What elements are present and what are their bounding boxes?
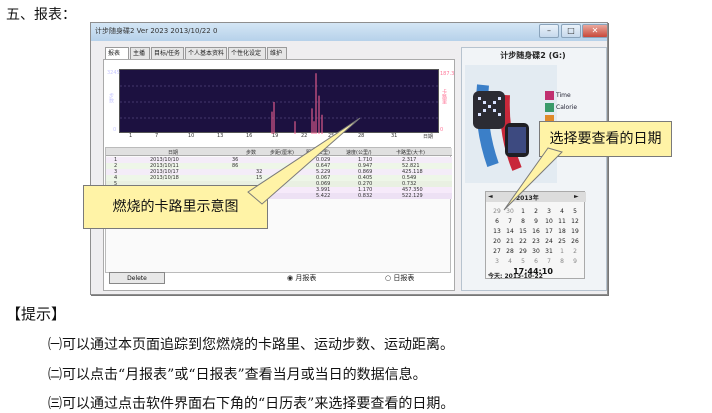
- calorie-callout-pointer: [247, 117, 361, 205]
- hint-label: 【提示】: [6, 305, 67, 323]
- calendar-callout-pointer: [503, 147, 563, 211]
- hint-item-3: ㈢可以通过点击软件界面右下角的“日历表”来选择要查看的日期。: [48, 396, 455, 412]
- hint-item-2: ㈡可以点击“月报表”或“日报表”查看当月或当日的数据信息。: [48, 367, 427, 383]
- hint-item-1: ㈠可以通过本页面追踪到您燃烧的卡路里、运动步数、运动距离。: [48, 337, 454, 353]
